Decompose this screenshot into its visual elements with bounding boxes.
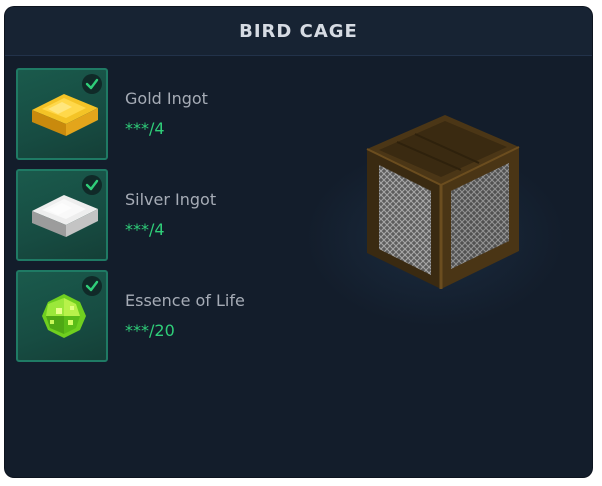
completed-check-icon [82,175,102,195]
ingredient-count: ***/20 [125,321,175,340]
completed-check-icon [82,74,102,94]
ingredient-count: ***/4 [125,220,165,239]
ingredient-row-essence-of-life: Essence of Life ***/20 [16,270,306,366]
crafting-panel: BIRD CAGE Gold Ingot ***/4 Silver Ingot … [5,7,592,477]
completed-check-icon [82,276,102,296]
ingredient-count: ***/4 [125,119,165,138]
ingredient-row-silver-ingot: Silver Ingot ***/4 [16,169,306,265]
ingredient-name: Gold Ingot [125,89,208,108]
ingredient-row-gold-ingot: Gold Ingot ***/4 [16,68,306,164]
ingredient-name: Silver Ingot [125,190,217,209]
title-bar: BIRD CAGE [5,7,592,56]
panel-title: BIRD CAGE [239,20,358,42]
ingredient-slot[interactable] [16,68,108,160]
ingredient-slot[interactable] [16,169,108,261]
ingredient-name: Essence of Life [125,291,245,310]
ingredient-slot[interactable] [16,270,108,362]
bird-cage-block-icon [357,105,527,295]
